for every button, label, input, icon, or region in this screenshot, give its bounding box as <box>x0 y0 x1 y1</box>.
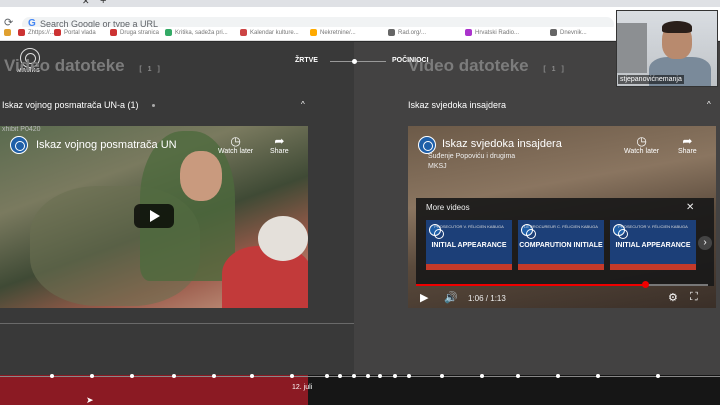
video-progress-fill <box>416 284 645 286</box>
right-video-title[interactable]: Iskaz svjedoka insajdera <box>442 138 562 150</box>
bookmark-item[interactable]: Rad.org/... <box>388 29 426 36</box>
right-watch-later-button[interactable]: ◷ Watch later <box>624 134 659 155</box>
bookmark-item[interactable]: Kalendar kulture... <box>240 29 299 36</box>
timeline-marker[interactable] <box>290 374 294 378</box>
webcam-overlay: stjepanovićnemanja <box>616 10 718 87</box>
right-section-title[interactable]: Iskaz svjedoka insajdera <box>408 100 506 110</box>
timeline-marker[interactable] <box>480 374 484 378</box>
nav-victims[interactable]: ŽRTVE <box>295 57 318 64</box>
timeline-marker[interactable] <box>656 374 660 378</box>
nav-slider-track[interactable] <box>330 61 386 62</box>
clock-icon: ◷ <box>636 134 647 148</box>
bookmark-item[interactable]: Kritika, sadeža pri... <box>165 29 228 36</box>
new-tab-icon[interactable]: + <box>100 0 106 7</box>
left-watch-later-button[interactable]: ◷ Watch later <box>218 134 253 155</box>
timeline-marker[interactable] <box>378 374 382 378</box>
timeline-progress <box>0 375 308 405</box>
timeline-marker[interactable] <box>50 374 54 378</box>
left-play-button[interactable] <box>134 204 174 228</box>
left-video-title[interactable]: Iskaz vojnog posmatrača UN <box>36 139 177 151</box>
bookmark-item[interactable] <box>4 29 14 36</box>
timeline-marker[interactable] <box>338 374 342 378</box>
left-section-title[interactable]: Iskaz vojnog posmatrača UN-a (1) <box>2 100 139 110</box>
right-video-subtitle: Suđenje Popoviću i drugima <box>428 153 516 160</box>
video-time: 1:06 / 1:13 <box>468 294 506 303</box>
left-video-un-logo-icon <box>10 136 28 154</box>
tab-bar: ✕ + <box>0 0 720 7</box>
left-divider <box>0 323 354 324</box>
mouse-cursor-icon: ➤ <box>86 395 94 405</box>
fullscreen-icon[interactable]: ⛶ <box>690 291 698 304</box>
timeline-marker[interactable] <box>366 374 370 378</box>
tab-close-icon[interactable]: ✕ <box>82 0 90 7</box>
play-icon[interactable]: ▶ <box>420 291 428 304</box>
share-icon: ➦ <box>682 134 693 148</box>
right-page-title: Video datoteke [ 1 ] <box>408 56 566 75</box>
timeline-marker[interactable] <box>516 374 520 378</box>
clock-icon: ◷ <box>230 134 241 148</box>
left-video-player[interactable]: xhibit P0420 Iskaz vojnog posmatrača UN … <box>0 126 308 308</box>
timeline-marker[interactable] <box>407 374 411 378</box>
right-share-button[interactable]: ➦ Share <box>678 134 697 155</box>
right-collapse-caret-icon[interactable]: ^ <box>707 100 711 109</box>
close-more-videos-icon[interactable]: ✕ <box>686 202 694 213</box>
participant-name: stjepanovićnemanja <box>618 75 684 84</box>
timeline-marker[interactable] <box>393 374 397 378</box>
timeline-marker[interactable] <box>90 374 94 378</box>
right-video-subtitle-court: MKSJ <box>428 163 447 170</box>
timeline-marker[interactable] <box>325 374 329 378</box>
timeline-marker[interactable] <box>212 374 216 378</box>
bookmark-item[interactable]: Hrvatski Radio... <box>465 29 519 36</box>
left-video-overlay-text: xhibit P0420 <box>2 126 41 133</box>
right-video-un-logo-icon <box>418 136 436 154</box>
suggested-video-thumb[interactable]: PROSECUTOR V. FÉLICIEN KABUGA INITIAL AP… <box>610 220 696 270</box>
bookmarks-bar <box>0 27 720 41</box>
bookmark-item[interactable]: Dnevnik... <box>550 29 587 36</box>
bookmark-item[interactable]: Nekretnine/... <box>310 29 356 36</box>
bookmark-item[interactable]: Zhttps://... <box>18 29 55 36</box>
left-share-button[interactable]: ➦ Share <box>270 134 289 155</box>
timeline-marker[interactable] <box>440 374 444 378</box>
next-videos-chevron-icon[interactable]: › <box>698 236 712 250</box>
section-dot <box>152 104 155 107</box>
left-collapse-caret-icon[interactable]: ^ <box>301 100 305 109</box>
left-page-title: Video datoteke [ 1 ] <box>4 56 162 75</box>
timeline-marker[interactable] <box>172 374 176 378</box>
bookmark-item[interactable]: Druga stranica <box>110 29 159 36</box>
bookmark-item[interactable]: Portal vlada <box>54 29 96 36</box>
suggested-video-thumb[interactable]: LE PROCUREUR C. FÉLICIEN KABUGA COMPARUT… <box>518 220 604 270</box>
address-bar-row: ⟳ G Search Google or type a URL <box>0 7 720 32</box>
timeline-marker[interactable] <box>556 374 560 378</box>
suggested-video-thumb[interactable]: PROSECUTOR V. FÉLICIEN KABUGA INITIAL AP… <box>426 220 512 270</box>
share-icon: ➦ <box>274 134 285 148</box>
timeline-marker[interactable] <box>352 374 356 378</box>
timeline-date-label: 12. juli <box>292 384 313 391</box>
page-content: MAMKS Video datoteke [ 1 ] Video datotek… <box>0 42 720 405</box>
timeline-line <box>0 376 720 377</box>
more-videos-label: More videos <box>426 203 470 212</box>
timeline-marker[interactable] <box>250 374 254 378</box>
nav-perpetrators[interactable]: POČINIOCI <box>392 57 429 64</box>
nav-slider-knob[interactable] <box>352 59 357 64</box>
video-progress-knob[interactable] <box>641 281 649 288</box>
volume-icon[interactable]: 🔊 <box>444 291 458 304</box>
timeline-marker[interactable] <box>130 374 134 378</box>
timeline-marker[interactable] <box>596 374 600 378</box>
more-videos-panel: More videos ✕ PROSECUTOR V. FÉLICIEN KAB… <box>416 198 714 286</box>
settings-gear-icon[interactable]: ⚙ <box>668 291 678 304</box>
